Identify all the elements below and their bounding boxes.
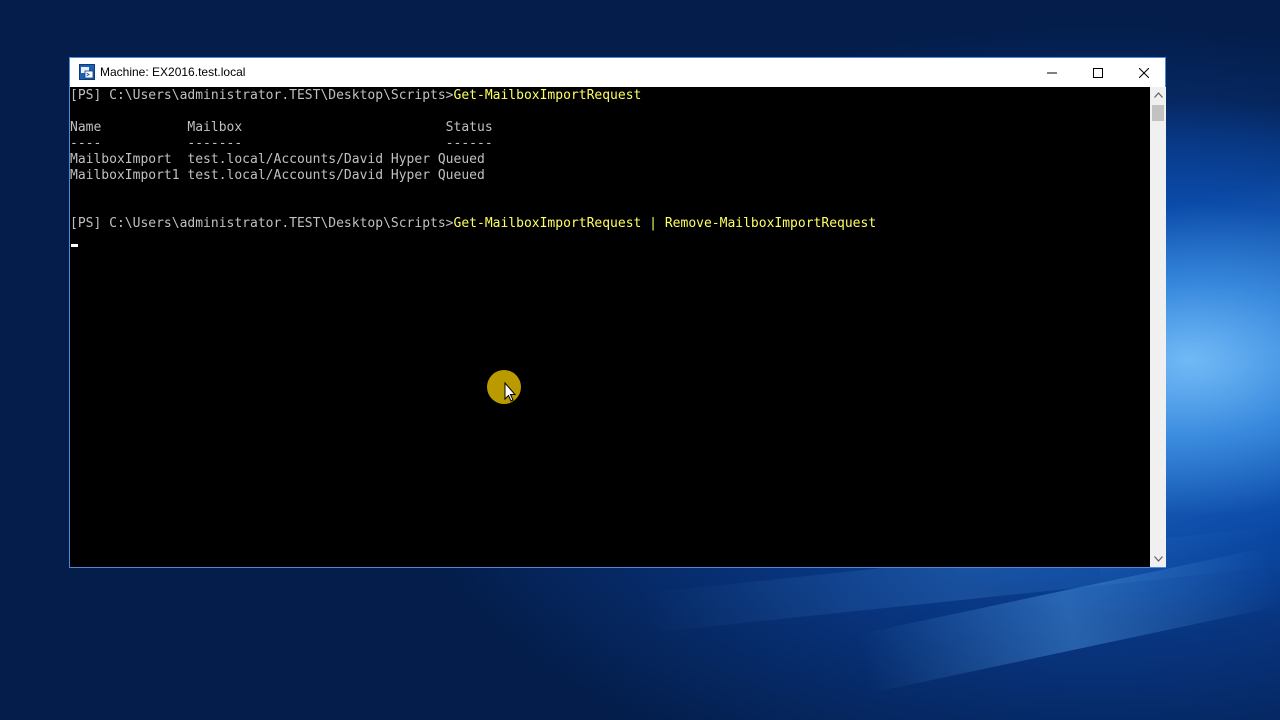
console-line-row: MailboxImport test.local/Accounts/David … <box>70 152 485 167</box>
chevron-up-icon <box>1153 92 1163 98</box>
command-text: Get-MailboxImportRequest <box>453 88 642 103</box>
chevron-down-icon <box>1153 556 1163 562</box>
vertical-scrollbar[interactable] <box>1150 87 1166 567</box>
prompt-text: [PS] C:\Users\administrator.TEST\Desktop… <box>70 216 454 231</box>
scroll-up-button[interactable] <box>1150 87 1166 103</box>
maximize-icon <box>1093 67 1103 78</box>
console-line-separator: ---- ------- ------ <box>70 136 493 151</box>
close-icon <box>1139 67 1149 78</box>
command-text: Get-MailboxImportRequest | Remove-Mailbo… <box>453 216 877 231</box>
close-button[interactable] <box>1121 58 1167 87</box>
mouse-pointer-icon <box>486 369 522 405</box>
console-output[interactable]: [PS] C:\Users\administrator.TEST\Desktop… <box>70 87 1150 567</box>
powershell-remote-icon <box>79 64 95 80</box>
maximize-button[interactable] <box>1075 58 1121 87</box>
console-line-header: Name Mailbox Status <box>70 120 493 135</box>
minimize-icon <box>1047 72 1057 73</box>
scroll-down-button[interactable] <box>1150 551 1166 567</box>
desktop-background: Machine: EX2016.test.local [PS] C:\Users… <box>0 0 1280 720</box>
prompt-text: [PS] C:\Users\administrator.TEST\Desktop… <box>70 88 454 103</box>
console-line-row: MailboxImport1 test.local/Accounts/David… <box>70 168 485 183</box>
window-title: Machine: EX2016.test.local <box>100 65 246 79</box>
console-line-prompt: [PS] C:\Users\administrator.TEST\Desktop… <box>70 216 876 232</box>
text-cursor <box>71 244 78 247</box>
console-line-prompt: [PS] C:\Users\administrator.TEST\Desktop… <box>70 88 641 104</box>
scrollbar-thumb[interactable] <box>1152 105 1164 121</box>
title-bar[interactable]: Machine: EX2016.test.local <box>70 58 1165 87</box>
minimize-button[interactable] <box>1029 58 1075 87</box>
powershell-window[interactable]: Machine: EX2016.test.local [PS] C:\Users… <box>69 57 1166 568</box>
